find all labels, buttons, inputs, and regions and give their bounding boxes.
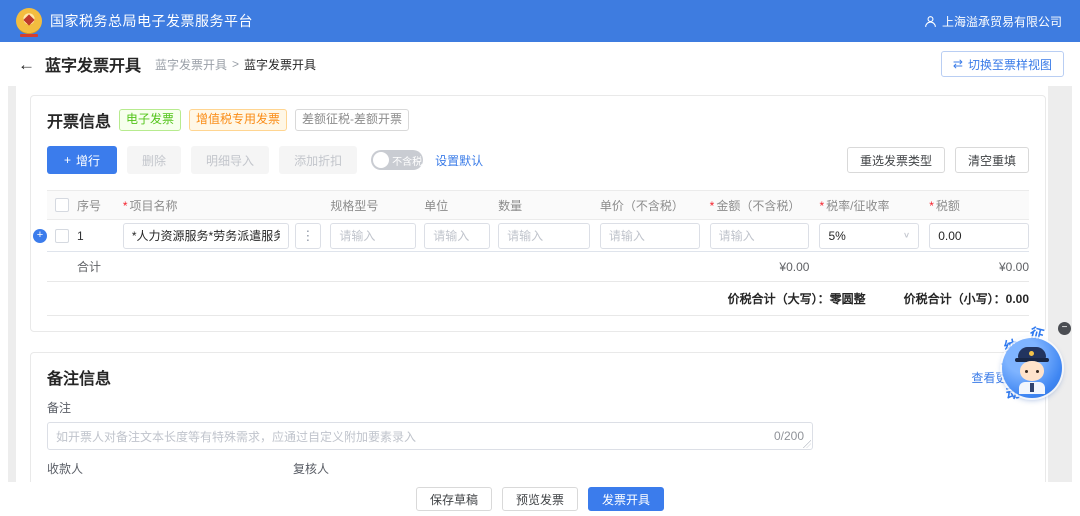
set-default-link[interactable]: 设置默认 [435,152,483,169]
col-tax-amount: 税额 [936,199,960,213]
quantity-input[interactable] [498,223,590,249]
col-quantity: 数量 [498,199,522,213]
select-all-checkbox[interactable] [55,198,69,212]
payee-label: 收款人 [47,460,243,477]
left-gutter [8,86,16,492]
tax-interaction-widget[interactable]: 征 纳 互 动 [998,326,1068,408]
page-title: 蓝字发票开具 [45,52,141,76]
total-in-words-label: 价税合计（大写）： [728,292,830,306]
invoice-items-table: 序号 *项目名称 规格型号 单位 数量 单价（不含税） *金额（不含税） *税率… [47,190,1029,316]
total-in-figures-label: 价税合计（小写）： [904,292,1006,306]
add-discount-button[interactable]: 添加折扣 [279,146,357,174]
footer-action-bar: 保存草稿 预览发票 发票开具 [0,482,1080,516]
col-unit-price: 单价（不含税） [600,199,684,213]
tax-rate-select[interactable]: 5% ∨ [819,223,919,249]
breadcrumb-bar: ← 蓝字发票开具 蓝字发票开具 > 蓝字发票开具 ⇄ 切换至票样视图 [0,42,1080,86]
table-header-row: 序号 *项目名称 规格型号 单位 数量 单价（不含税） *金额（不含税） *税率… [47,190,1029,220]
unit-input[interactable] [424,223,490,249]
top-header-bar: 国家税务总局电子发票服务平台 上海溢承贸易有限公司 [0,0,1080,42]
plus-icon: + [64,153,71,167]
add-row-circle-icon[interactable]: + [33,229,47,243]
tag-differential-taxation: 差额征税-差额开票 [295,109,409,131]
row-checkbox[interactable] [55,229,69,243]
main-content: 开票信息 电子发票 增值税专用发票 差额征税-差额开票 + 增行 删除 明细导入… [0,86,1080,516]
more-options-icon[interactable]: ⋮ [295,223,321,249]
table-row: + 1 ⋮ 5% ∨ [47,220,1029,252]
breadcrumb-separator: > [232,57,239,71]
col-tax-rate: 税率/征收率 [826,199,889,213]
tax-amount-input[interactable] [929,223,1029,249]
reviewer-label: 复核人 [293,460,518,477]
swap-icon: ⇄ [953,57,963,71]
chevron-down-icon: ∨ [903,231,910,240]
breadcrumb-current: 蓝字发票开具 [244,56,316,73]
platform-title: 国家税务总局电子发票服务平台 [50,11,253,31]
tax-excluded-toggle[interactable]: 不含税 [371,150,423,170]
row-seq: 1 [77,229,84,243]
add-row-button[interactable]: + 增行 [47,146,117,174]
col-item-name: 项目名称 [130,199,178,213]
tag-vat-special-invoice: 增值税专用发票 [189,109,287,131]
subtotal-amount: ¥0.00 [779,260,809,274]
switch-view-label: 切换至票样视图 [968,56,1052,73]
tax-officer-avatar[interactable] [1002,338,1062,398]
toggle-knob [373,152,389,168]
issue-invoice-button[interactable]: 发票开具 [588,487,664,511]
char-counter: 0/200 [774,429,804,443]
tax-rate-value: 5% [828,229,845,243]
col-unit: 单位 [424,199,448,213]
remark-placeholder: 如开票人对备注文本长度等有特殊需求，应通过自定义附加要素录入 [56,428,766,445]
preview-invoice-button[interactable]: 预览发票 [502,487,578,511]
reselect-invoice-type-button[interactable]: 重选发票类型 [847,147,945,173]
item-name-input[interactable] [123,223,289,249]
amount-input[interactable] [710,223,810,249]
resize-handle[interactable] [803,440,811,448]
save-draft-button[interactable]: 保存草稿 [416,487,492,511]
switch-to-invoice-view-button[interactable]: ⇄ 切换至票样视图 [941,51,1064,77]
invoice-info-card: 开票信息 电子发票 增值税专用发票 差额征税-差额开票 + 增行 删除 明细导入… [30,95,1046,332]
remark-section-title: 备注信息 [47,365,111,389]
total-in-words-value: 零圆整 [830,292,866,306]
right-gutter [1048,86,1072,492]
invoice-section-title: 开票信息 [47,108,111,132]
col-amount: 金额（不含税） [716,199,800,213]
tag-electronic-invoice: 电子发票 [119,109,181,131]
subtotal-row: 合计 ¥0.00 ¥0.00 [47,252,1029,282]
minimize-widget-icon[interactable]: − [1058,322,1071,335]
company-name: 上海溢承贸易有限公司 [942,13,1062,30]
remark-textarea[interactable]: 如开票人对备注文本长度等有特殊需求，应通过自定义附加要素录入 0/200 [47,422,813,450]
delete-button[interactable]: 删除 [127,146,181,174]
toggle-label: 不含税 [392,153,422,168]
breadcrumb-parent[interactable]: 蓝字发票开具 [155,56,227,73]
add-row-label: 增行 [76,152,100,169]
person-icon [924,15,937,28]
import-detail-button[interactable]: 明细导入 [191,146,269,174]
col-spec: 规格型号 [330,199,378,213]
back-icon[interactable]: ← [18,56,35,73]
subtotal-tax: ¥0.00 [999,260,1029,274]
grand-total-row: 价税合计（大写）：零圆整 价税合计（小写）：0.00 [47,282,1029,316]
total-in-figures-value: 0.00 [1006,292,1029,306]
remark-field-label: 备注 [47,399,1029,416]
tax-bureau-logo-icon [16,8,42,34]
col-seq: 序号 [77,199,101,213]
spec-input[interactable] [330,223,416,249]
subtotal-label: 合计 [77,260,101,274]
clear-refill-button[interactable]: 清空重填 [955,147,1029,173]
account-info[interactable]: 上海溢承贸易有限公司 [924,13,1062,30]
unit-price-input[interactable] [600,223,700,249]
